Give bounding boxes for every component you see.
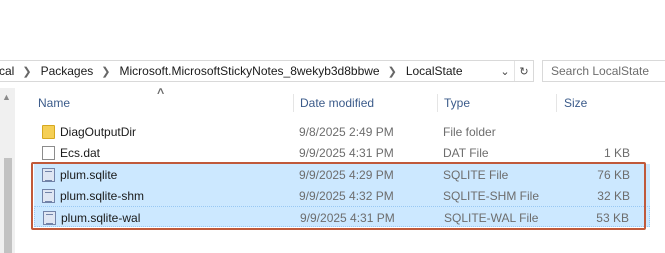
breadcrumb-segment[interactable]: Microsoft.MicrosoftStickyNotes_8wekyb3d8… (119, 64, 379, 78)
column-divider[interactable] (556, 94, 557, 112)
file-size: 53 KB (596, 211, 629, 225)
address-buttons: ⌄ ↻ (496, 61, 533, 81)
file-row[interactable]: plum.sqlite-shm 9/9/2025 4:32 PM SQLITE-… (34, 185, 650, 206)
column-header: Name Date modified Type Size (30, 94, 650, 112)
file-date: 9/9/2025 4:29 PM (299, 168, 394, 182)
file-type: SQLITE-WAL File (444, 211, 539, 225)
breadcrumb-segment[interactable]: Packages (41, 64, 94, 78)
file-row[interactable]: DiagOutputDir 9/8/2025 2:49 PM File fold… (34, 121, 650, 142)
file-type: File folder (443, 125, 496, 139)
folder-icon (42, 125, 55, 139)
file-row[interactable]: plum.sqlite-wal 9/9/2025 4:31 PM SQLITE-… (34, 206, 650, 227)
file-date: 9/9/2025 4:32 PM (299, 189, 394, 203)
database-file-icon (42, 189, 55, 203)
file-type: DAT File (443, 146, 489, 160)
scroll-up-icon[interactable]: ▲ (2, 92, 11, 102)
file-name: Ecs.dat (60, 146, 101, 160)
file-type: SQLITE-SHM File (443, 189, 540, 203)
navigation-pane-scrollbar[interactable]: ▲ (0, 88, 15, 253)
file-name: plum.sqlite-shm (60, 189, 145, 203)
file-size: 32 KB (597, 189, 630, 203)
file-size: 76 KB (597, 168, 630, 182)
address-row: cal ❯ Packages ❯ Microsoft.MicrosoftStic… (0, 60, 665, 84)
breadcrumb-chevron-icon[interactable]: ❯ (22, 65, 31, 78)
column-header-size[interactable]: Size (564, 96, 587, 110)
search-box[interactable] (542, 60, 665, 82)
breadcrumb-segment[interactable]: cal (0, 64, 14, 78)
database-file-icon (43, 211, 56, 225)
search-input[interactable] (551, 64, 665, 78)
breadcrumb-chevron-icon[interactable]: ❯ (101, 65, 110, 78)
file-name: plum.sqlite-wal (61, 211, 141, 225)
column-header-type[interactable]: Type (444, 96, 470, 110)
file-type: SQLITE File (443, 168, 509, 182)
address-bar[interactable]: cal ❯ Packages ❯ Microsoft.MicrosoftStic… (0, 60, 534, 82)
column-divider[interactable] (437, 94, 438, 112)
breadcrumb-segment[interactable]: LocalState (406, 64, 463, 78)
file-date: 9/9/2025 4:31 PM (299, 146, 394, 160)
file-name: plum.sqlite (60, 168, 118, 182)
file-date: 9/9/2025 4:31 PM (300, 211, 395, 225)
file-date: 9/8/2025 2:49 PM (299, 125, 394, 139)
refresh-icon[interactable]: ↻ (514, 61, 533, 81)
column-divider[interactable] (293, 94, 294, 112)
file-row[interactable]: Ecs.dat 9/9/2025 4:31 PM DAT File 1 KB (34, 142, 650, 163)
column-header-date[interactable]: Date modified (300, 96, 374, 110)
file-row[interactable]: plum.sqlite 9/9/2025 4:29 PM SQLITE File… (34, 164, 650, 185)
column-header-name[interactable]: Name (38, 96, 70, 110)
scrollbar-thumb[interactable] (4, 158, 12, 253)
breadcrumb-chevron-icon[interactable]: ❯ (388, 65, 397, 78)
file-size: 1 KB (603, 146, 630, 160)
file-icon (42, 146, 55, 160)
chevron-down-icon[interactable]: ⌄ (496, 61, 514, 81)
database-file-icon (42, 168, 55, 182)
file-name: DiagOutputDir (60, 125, 137, 139)
